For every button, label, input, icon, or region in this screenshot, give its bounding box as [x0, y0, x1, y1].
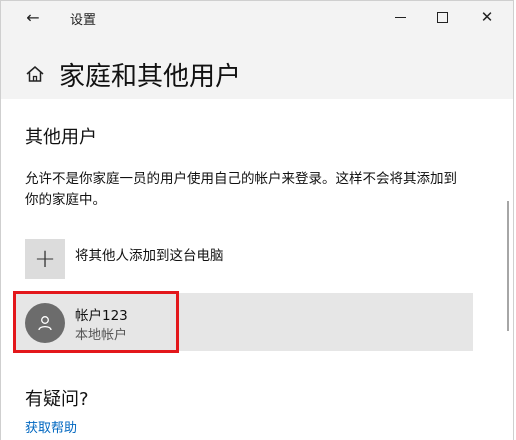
minimize-icon: [394, 16, 406, 18]
title-bar: ← 设置 ✕: [1, 1, 513, 33]
back-arrow-icon: ←: [26, 7, 40, 27]
get-help-link[interactable]: 获取帮助: [25, 417, 77, 436]
add-other-user-label: 将其他人添加到这台电脑: [75, 248, 224, 264]
home-icon: [26, 66, 44, 82]
minimize-button[interactable]: [377, 1, 423, 33]
highlight-box: [13, 291, 179, 353]
close-icon: ✕: [480, 7, 494, 26]
close-button[interactable]: ✕: [464, 1, 510, 33]
add-other-user-button[interactable]: + 将其他人添加到这台电脑: [25, 239, 445, 281]
maximize-button[interactable]: [419, 1, 465, 33]
page-header: 家庭和其他用户: [1, 33, 513, 99]
back-button[interactable]: ←: [17, 5, 49, 29]
page-title: 家庭和其他用户: [59, 62, 242, 92]
add-tile: +: [25, 239, 65, 279]
window-title: 设置: [70, 13, 97, 28]
settings-window: ← 设置 ✕ 家庭和其他用户 其他用户 允许不是你家庭一员的用户使用自己的帐户来…: [0, 0, 514, 440]
scrollbar[interactable]: [507, 201, 509, 331]
maximize-icon: [436, 11, 448, 23]
plus-icon: +: [34, 244, 56, 274]
other-users-description: 允许不是你家庭一员的用户使用自己的帐户来登录。这样不会将其添加到你的家庭中。: [25, 171, 457, 208]
other-users-heading: 其他用户: [25, 127, 97, 148]
content-pane: 其他用户 允许不是你家庭一员的用户使用自己的帐户来登录。这样不会将其添加到你的家…: [1, 99, 513, 440]
help-heading: 有疑问?: [25, 389, 89, 410]
